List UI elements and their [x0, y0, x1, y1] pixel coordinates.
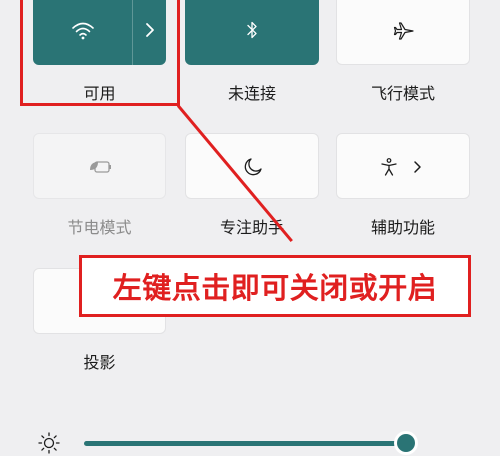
accessibility-icon: [377, 134, 401, 200]
bluetooth-label: 未连接: [227, 84, 276, 103]
airplane-icon: [337, 0, 471, 66]
callout-text: 左键点击即可关闭或开启: [79, 255, 471, 317]
brightness-slider-thumb[interactable]: [397, 434, 415, 452]
focus-assist-label: 专注助手: [219, 218, 284, 237]
sun-icon: [36, 430, 62, 456]
chevron-right-icon[interactable]: [409, 134, 425, 200]
highlight-box: [20, 0, 180, 106]
bluetooth-tile[interactable]: [185, 0, 319, 65]
battery-saver-icon: [34, 134, 167, 200]
accessibility-tile[interactable]: [336, 133, 470, 199]
focus-assist-tile[interactable]: [185, 133, 319, 199]
airplane-mode-tile[interactable]: [336, 0, 470, 65]
brightness-slider-track[interactable]: [84, 441, 406, 446]
battery-saver-label: 节电模式: [67, 218, 132, 237]
battery-saver-tile[interactable]: [33, 133, 166, 199]
project-label: 投影: [83, 353, 116, 372]
moon-icon: [186, 134, 320, 200]
accessibility-label: 辅助功能: [370, 218, 435, 237]
bluetooth-icon: [185, 0, 319, 65]
airplane-mode-label: 飞行模式: [370, 84, 435, 103]
